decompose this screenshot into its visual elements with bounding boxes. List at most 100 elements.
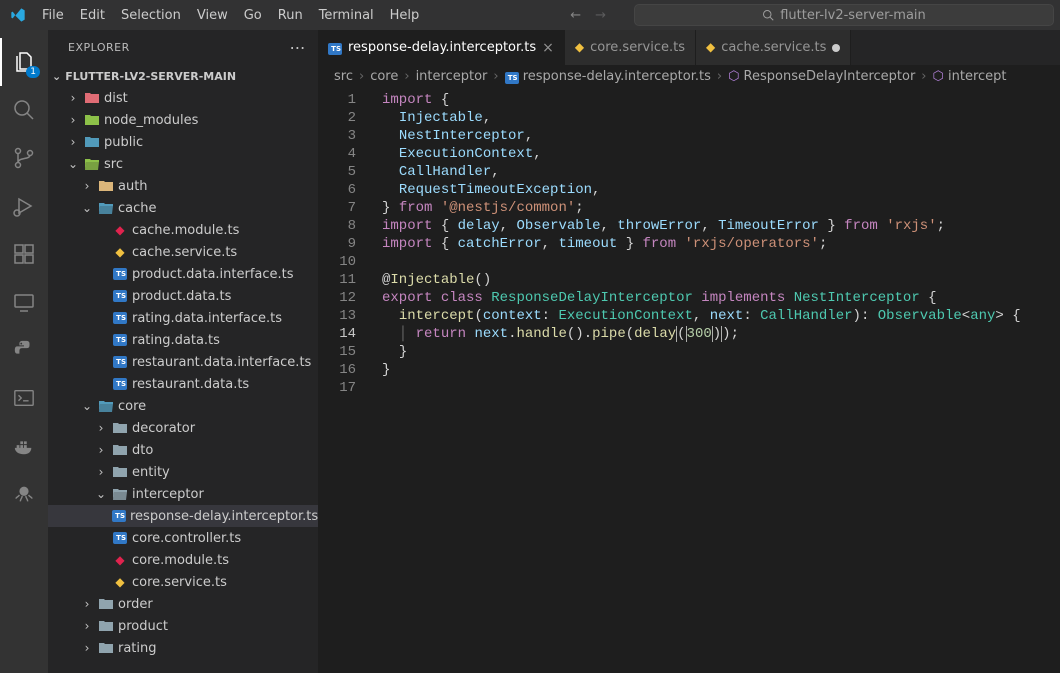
activity-docker[interactable]: [0, 422, 48, 470]
chevron-icon: ›: [80, 619, 94, 633]
tree-folder[interactable]: › entity: [48, 461, 318, 483]
tree-folder[interactable]: ›product: [48, 615, 318, 637]
tree-file[interactable]: TScore.controller.ts: [48, 527, 318, 549]
activity-extensions[interactable]: [0, 230, 48, 278]
activity-terminal[interactable]: [0, 374, 48, 422]
chevron-icon: ›: [80, 597, 94, 611]
tree-label: restaurant.data.ts: [132, 377, 249, 392]
file-icon: TS: [112, 332, 128, 348]
tree-label: cache: [118, 201, 157, 216]
editor-tab[interactable]: ◆cache.service.ts: [696, 30, 851, 65]
tree-file[interactable]: TS response-delay.interceptor.ts: [48, 505, 318, 527]
menu-edit[interactable]: Edit: [72, 4, 113, 27]
tree-file[interactable]: ◆cache.module.ts: [48, 219, 318, 241]
menu-terminal[interactable]: Terminal: [311, 4, 382, 27]
file-icon: ◆: [112, 574, 128, 590]
breadcrumb-item[interactable]: interceptor: [416, 69, 488, 84]
activity-debug[interactable]: [0, 182, 48, 230]
breadcrumb-item[interactable]: TS response-delay.interceptor.ts: [505, 69, 711, 84]
nav-back-icon[interactable]: ←: [570, 8, 581, 23]
debug-icon: [12, 194, 36, 218]
code-content[interactable]: import { Injectable, NestInterceptor, Ex…: [374, 87, 1060, 673]
folder-icon: [98, 178, 114, 194]
chevron-down-icon: ⌄: [52, 70, 61, 83]
close-icon[interactable]: ×: [542, 40, 554, 56]
tree-folder[interactable]: › order: [48, 593, 318, 615]
tree-file[interactable]: ◆core.module.ts: [48, 549, 318, 571]
tree-folder[interactable]: ›public: [48, 131, 318, 153]
activity-scm[interactable]: [0, 134, 48, 182]
activity-explorer[interactable]: 1: [0, 38, 48, 86]
editor-tab[interactable]: ◆core.service.ts: [565, 30, 696, 65]
editor-tab[interactable]: TSresponse-delay.interceptor.ts×: [318, 30, 565, 65]
command-center[interactable]: flutter-lv2-server-main: [634, 4, 1054, 26]
menu-bar: File Edit Selection View Go Run Terminal…: [34, 4, 427, 27]
tree-folder[interactable]: ⌄core: [48, 395, 318, 417]
tree-file[interactable]: ◆cache.service.ts: [48, 241, 318, 263]
folder-icon: [98, 596, 114, 612]
code-editor[interactable]: 1234567891011121314151617 import { Injec…: [318, 87, 1060, 673]
menu-help[interactable]: Help: [382, 4, 428, 27]
file-tree: ›dist›node_modules›public⌄src›auth⌄cache…: [48, 87, 318, 673]
folder-icon: [98, 200, 114, 216]
sidebar-more-icon[interactable]: ⋯: [290, 38, 307, 57]
tree-folder[interactable]: ⌄interceptor: [48, 483, 318, 505]
tree-label: response-delay.interceptor.ts: [130, 509, 318, 524]
breadcrumbs[interactable]: src›core›interceptor›TS response-delay.i…: [318, 65, 1060, 87]
tree-label: node_modules: [104, 113, 198, 128]
tree-file[interactable]: TSrestaurant.data.ts: [48, 373, 318, 395]
breadcrumb-item[interactable]: ⬡ intercept: [933, 69, 1007, 84]
breadcrumb-item[interactable]: core: [370, 69, 398, 84]
activity-python[interactable]: [0, 326, 48, 374]
tree-file[interactable]: TSrating.data.interface.ts: [48, 307, 318, 329]
tree-folder[interactable]: › auth: [48, 175, 318, 197]
tree-folder[interactable]: ›node_modules: [48, 109, 318, 131]
tab-label: response-delay.interceptor.ts: [348, 40, 536, 55]
docker-icon: [13, 435, 35, 457]
menu-run[interactable]: Run: [270, 4, 311, 27]
chevron-icon: ⌄: [80, 201, 94, 215]
editor-group: TSresponse-delay.interceptor.ts×◆core.se…: [318, 30, 1060, 673]
menu-view[interactable]: View: [189, 4, 236, 27]
workspace-header[interactable]: ⌄ FLUTTER-LV2-SERVER-MAIN: [48, 65, 318, 87]
tree-label: auth: [118, 179, 148, 194]
tree-folder[interactable]: ›decorator: [48, 417, 318, 439]
activity-search[interactable]: [0, 86, 48, 134]
tree-folder[interactable]: ›rating: [48, 637, 318, 659]
title-bar: File Edit Selection View Go Run Terminal…: [0, 0, 1060, 30]
chevron-icon: ›: [94, 465, 108, 479]
tree-folder[interactable]: ›dto: [48, 439, 318, 461]
breadcrumb-item[interactable]: ⬡ ResponseDelayInterceptor: [728, 69, 915, 84]
nav-forward-icon[interactable]: →: [595, 8, 606, 23]
file-icon: ◆: [112, 222, 128, 238]
tree-folder[interactable]: ›dist: [48, 87, 318, 109]
tree-label: entity: [132, 465, 170, 480]
breadcrumb-item[interactable]: src: [334, 69, 353, 84]
folder-icon: [84, 112, 100, 128]
tree-file[interactable]: TS rating.data.ts: [48, 329, 318, 351]
explorer-badge: 1: [26, 66, 40, 78]
folder-icon: [98, 618, 114, 634]
chevron-icon: ›: [80, 179, 94, 193]
tree-label: product.data.ts: [132, 289, 231, 304]
file-icon: ◆: [575, 40, 584, 55]
tree-file[interactable]: TSrestaurant.data.interface.ts: [48, 351, 318, 373]
tree-folder[interactable]: ⌄ cache: [48, 197, 318, 219]
activity-remote[interactable]: [0, 278, 48, 326]
file-icon: TS: [112, 288, 128, 304]
tree-label: decorator: [132, 421, 195, 436]
extensions-icon: [12, 242, 36, 266]
tree-label: order: [118, 597, 153, 612]
menu-file[interactable]: File: [34, 4, 72, 27]
file-icon: ◆: [112, 552, 128, 568]
tree-file[interactable]: TSproduct.data.interface.ts: [48, 263, 318, 285]
file-icon: TS: [112, 508, 126, 524]
chevron-icon: ⌄: [66, 157, 80, 171]
tree-file[interactable]: ◆core.service.ts: [48, 571, 318, 593]
tree-label: rating.data.ts: [132, 333, 220, 348]
menu-selection[interactable]: Selection: [113, 4, 189, 27]
tree-folder[interactable]: ⌄src: [48, 153, 318, 175]
activity-other[interactable]: [0, 470, 48, 518]
menu-go[interactable]: Go: [236, 4, 270, 27]
tree-file[interactable]: TS product.data.ts: [48, 285, 318, 307]
